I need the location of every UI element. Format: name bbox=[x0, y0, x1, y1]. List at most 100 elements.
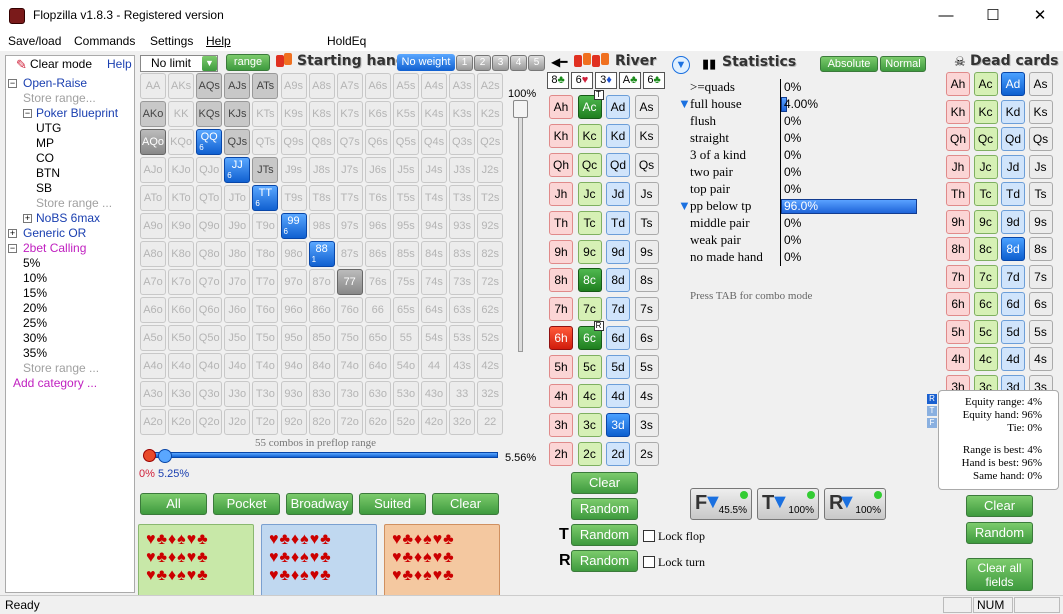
hand-cell[interactable]: T5o bbox=[252, 325, 279, 351]
filter-diamond-3[interactable]: 3♦ bbox=[595, 72, 617, 89]
board-card[interactable]: Kc bbox=[577, 123, 602, 148]
hand-cell[interactable]: 83s bbox=[449, 241, 476, 267]
hand-cell[interactable]: 55 bbox=[392, 325, 419, 351]
hand-cell[interactable]: 87o bbox=[308, 269, 335, 295]
hand-cell[interactable]: 84o bbox=[308, 353, 335, 379]
menu-help[interactable]: Help bbox=[206, 34, 231, 48]
board-card[interactable]: 5d bbox=[606, 355, 630, 380]
dead-card[interactable]: 4c bbox=[973, 347, 998, 371]
hand-cell[interactable]: J6s bbox=[364, 157, 391, 183]
hand-cell[interactable]: 97s bbox=[336, 213, 363, 239]
dead-card[interactable]: 6c bbox=[973, 292, 998, 316]
dead-card[interactable]: 7c bbox=[973, 264, 998, 289]
dead-card[interactable]: 5s bbox=[1028, 319, 1053, 344]
hand-cell[interactable]: J9s bbox=[280, 157, 307, 183]
board-card[interactable]: 9d bbox=[606, 239, 630, 264]
flop-filter-button[interactable]: F ▼ 45.5% bbox=[690, 488, 752, 520]
hand-cell[interactable]: 86o bbox=[308, 297, 335, 323]
board-card[interactable]: 5s bbox=[634, 355, 659, 380]
hand-cell[interactable]: ATo bbox=[140, 185, 166, 211]
dead-card[interactable]: Jd bbox=[1001, 154, 1025, 179]
hand-cell[interactable]: 52s bbox=[477, 325, 504, 351]
menu-holdeq[interactable]: HoldEq bbox=[327, 34, 366, 48]
range-slider-high-handle[interactable] bbox=[158, 449, 172, 463]
dead-card[interactable]: 5h bbox=[946, 319, 970, 344]
hand-cell[interactable]: J7s bbox=[336, 157, 363, 183]
hand-cell[interactable]: J2o bbox=[224, 409, 251, 435]
hand-cell[interactable]: KTo bbox=[168, 185, 195, 211]
dead-card[interactable]: 7d bbox=[1001, 264, 1025, 289]
hand-cell[interactable]: Q8o bbox=[196, 241, 223, 267]
board-card[interactable]: 6c R bbox=[577, 321, 604, 351]
dead-card[interactable]: 7h bbox=[946, 264, 970, 289]
hand-cell[interactable]: KQs bbox=[196, 101, 223, 127]
dead-card[interactable]: Jh bbox=[946, 154, 970, 179]
board-card[interactable]: 7c bbox=[577, 297, 602, 322]
hand-cell[interactable]: 76o bbox=[336, 297, 363, 323]
clear-mode-toggle[interactable]: Clear mode bbox=[30, 57, 92, 71]
dead-card[interactable]: 4d bbox=[1001, 347, 1025, 371]
hand-cell[interactable]: 85s bbox=[392, 241, 419, 267]
hand-cell[interactable]: 62o bbox=[364, 409, 391, 435]
hand-cell[interactable]: 98s bbox=[308, 213, 335, 239]
hand-cell[interactable]: 54o bbox=[392, 353, 419, 379]
funnel-marker-icon[interactable]: ▼ bbox=[678, 96, 691, 111]
hand-cell[interactable]: J4o bbox=[224, 353, 251, 379]
hand-cell[interactable]: A4o bbox=[140, 353, 166, 379]
hand-cell[interactable]: T3o bbox=[252, 381, 279, 407]
dead-card[interactable]: 5c bbox=[973, 319, 998, 344]
hand-cell[interactable]: 94s bbox=[421, 213, 447, 239]
tree-pct-10[interactable]: 10% bbox=[23, 271, 47, 285]
hand-cell[interactable]: 42o bbox=[421, 409, 447, 435]
dead-card[interactable]: Jc bbox=[973, 154, 998, 179]
hand-cell[interactable]: J7o bbox=[224, 269, 251, 295]
board-card[interactable]: 2h bbox=[549, 441, 573, 466]
menu-save-load[interactable]: Save/load bbox=[8, 34, 61, 48]
hand-cell[interactable]: KTs bbox=[252, 101, 279, 127]
dead-card[interactable]: Tc bbox=[973, 182, 998, 206]
dead-card[interactable]: Kh bbox=[946, 99, 970, 124]
hand-cell[interactable]: 65o bbox=[364, 325, 391, 351]
hand-cell[interactable]: T7s bbox=[336, 185, 363, 211]
help-link[interactable]: Help bbox=[107, 57, 132, 71]
hand-cell[interactable]: Q3s bbox=[449, 129, 476, 155]
board-card[interactable]: 2d bbox=[606, 441, 630, 466]
weight-1-button[interactable]: 1 bbox=[456, 55, 473, 71]
hand-cell[interactable]: KK bbox=[168, 101, 195, 127]
board-card[interactable]: Kh bbox=[549, 123, 573, 148]
hand-cell[interactable]: JJ 6 bbox=[224, 157, 251, 183]
hand-cell[interactable]: K2o bbox=[168, 409, 195, 435]
hand-cell[interactable]: KQo bbox=[168, 129, 195, 155]
hand-cell[interactable]: J8s bbox=[308, 157, 335, 183]
board-card[interactable]: 8c bbox=[577, 268, 602, 293]
hand-cell[interactable]: A4s bbox=[421, 73, 447, 99]
tree-pct-15[interactable]: 15% bbox=[23, 286, 47, 300]
pocket-button[interactable]: Pocket bbox=[213, 493, 280, 515]
hand-cell[interactable]: 96o bbox=[280, 297, 307, 323]
hand-cell[interactable]: Q5o bbox=[196, 325, 223, 351]
hand-cell[interactable]: 62s bbox=[477, 297, 504, 323]
hand-cell[interactable]: 95o bbox=[280, 325, 307, 351]
hand-cell[interactable]: AKo bbox=[140, 101, 166, 127]
hand-cell[interactable]: 73o bbox=[336, 381, 363, 407]
hand-cell[interactable]: 92o bbox=[280, 409, 307, 435]
collapse-icon[interactable]: − bbox=[8, 79, 17, 88]
dead-card[interactable]: Kc bbox=[973, 99, 998, 124]
range-button[interactable]: range bbox=[226, 54, 270, 71]
hand-cell[interactable]: 44 bbox=[421, 353, 447, 379]
menu-settings[interactable]: Settings bbox=[150, 34, 193, 48]
maximize-button[interactable]: ☐ bbox=[970, 0, 1016, 31]
hand-cell[interactable]: 99 6 bbox=[280, 213, 307, 239]
hand-cell[interactable]: K2s bbox=[477, 101, 504, 127]
board-card[interactable]: 5c bbox=[577, 355, 602, 380]
weight-2-button[interactable]: 2 bbox=[474, 55, 491, 71]
board-card[interactable]: 7h bbox=[549, 297, 573, 322]
board-card[interactable]: 8s bbox=[634, 268, 659, 293]
random-turn-button[interactable]: Random bbox=[571, 524, 638, 546]
board-card[interactable]: Ts bbox=[634, 210, 659, 235]
dead-card[interactable]: 8s bbox=[1028, 237, 1053, 261]
suited-button[interactable]: Suited bbox=[359, 493, 426, 515]
hand-cell[interactable]: 93s bbox=[449, 213, 476, 239]
hand-cell[interactable]: QJo bbox=[196, 157, 223, 183]
tree-position-utg[interactable]: UTG bbox=[36, 121, 61, 135]
